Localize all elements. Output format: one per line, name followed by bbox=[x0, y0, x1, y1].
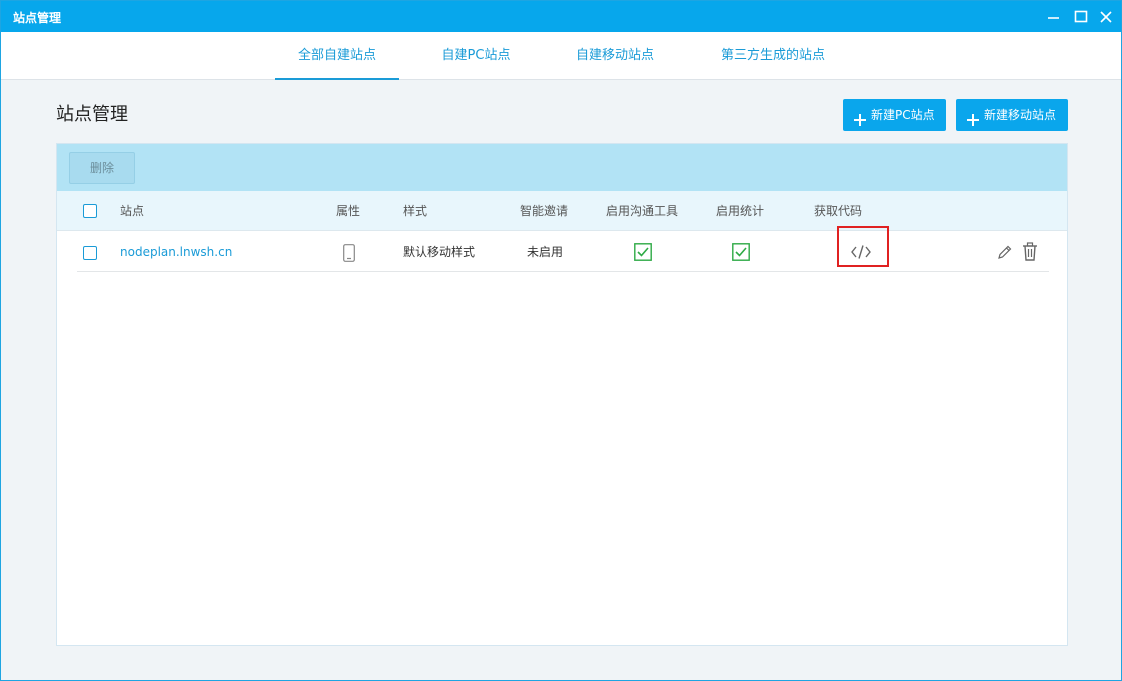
site-link[interactable]: nodeplan.lnwsh.cn bbox=[120, 232, 232, 272]
title-bar: 站点管理 bbox=[1, 1, 1121, 32]
table-header: 站点 属性 样式 智能邀请 启用沟通工具 启用统计 获取代码 bbox=[57, 191, 1067, 231]
delete-button[interactable]: 删除 bbox=[69, 152, 135, 184]
row-checkbox[interactable] bbox=[83, 246, 97, 260]
column-header-smart-invite: 智能邀请 bbox=[520, 204, 569, 218]
new-pc-site-label: 新建PC站点 bbox=[871, 108, 935, 122]
row-style: 默认移动样式 bbox=[403, 245, 476, 259]
app-window: 站点管理 全部自建站点 自建PC站点 自建移动站点 第三方生成的站点 站点管理 … bbox=[0, 0, 1122, 681]
tab-third-party-sites[interactable]: 第三方生成的站点 bbox=[701, 32, 845, 80]
maximize-icon[interactable] bbox=[1071, 7, 1091, 27]
column-header-style: 样式 bbox=[403, 204, 428, 218]
column-header-get-code: 获取代码 bbox=[814, 204, 863, 218]
plus-icon bbox=[853, 107, 867, 126]
chat-tool-check-icon[interactable] bbox=[634, 243, 652, 264]
new-mobile-site-label: 新建移动站点 bbox=[984, 108, 1057, 122]
mobile-phone-icon bbox=[343, 244, 355, 265]
new-pc-site-button[interactable]: 新建PC站点 bbox=[843, 99, 946, 131]
window-title: 站点管理 bbox=[13, 11, 62, 25]
sites-panel: 删除 站点 属性 样式 智能邀请 启用沟通工具 启用统计 获取代码 nodepl… bbox=[56, 143, 1068, 646]
page-title: 站点管理 bbox=[56, 104, 128, 125]
trash-icon[interactable] bbox=[1022, 242, 1038, 264]
edit-pencil-icon[interactable] bbox=[997, 244, 1013, 263]
tab-pc-sites[interactable]: 自建PC站点 bbox=[425, 32, 527, 80]
close-icon[interactable] bbox=[1096, 7, 1116, 27]
stats-check-icon[interactable] bbox=[732, 243, 750, 264]
tab-all-sites[interactable]: 全部自建站点 bbox=[275, 32, 399, 80]
column-header-chat-tool: 启用沟通工具 bbox=[606, 204, 679, 218]
new-mobile-site-button[interactable]: 新建移动站点 bbox=[956, 99, 1068, 131]
minimize-icon[interactable] bbox=[1044, 7, 1064, 27]
tab-mobile-sites[interactable]: 自建移动站点 bbox=[557, 32, 673, 80]
table-toolbar: 删除 bbox=[57, 144, 1067, 191]
row-smart-invite: 未启用 bbox=[527, 245, 564, 259]
select-all-checkbox[interactable] bbox=[83, 204, 97, 218]
tab-bar: 全部自建站点 自建PC站点 自建移动站点 第三方生成的站点 bbox=[1, 32, 1121, 80]
plus-icon bbox=[966, 107, 980, 126]
table-row: nodeplan.lnwsh.cn 默认移动样式 未启用 bbox=[77, 226, 1049, 272]
column-header-site: 站点 bbox=[120, 204, 145, 218]
column-header-stats: 启用统计 bbox=[716, 204, 765, 218]
code-icon[interactable] bbox=[851, 244, 871, 263]
column-header-attribute: 属性 bbox=[336, 204, 361, 218]
